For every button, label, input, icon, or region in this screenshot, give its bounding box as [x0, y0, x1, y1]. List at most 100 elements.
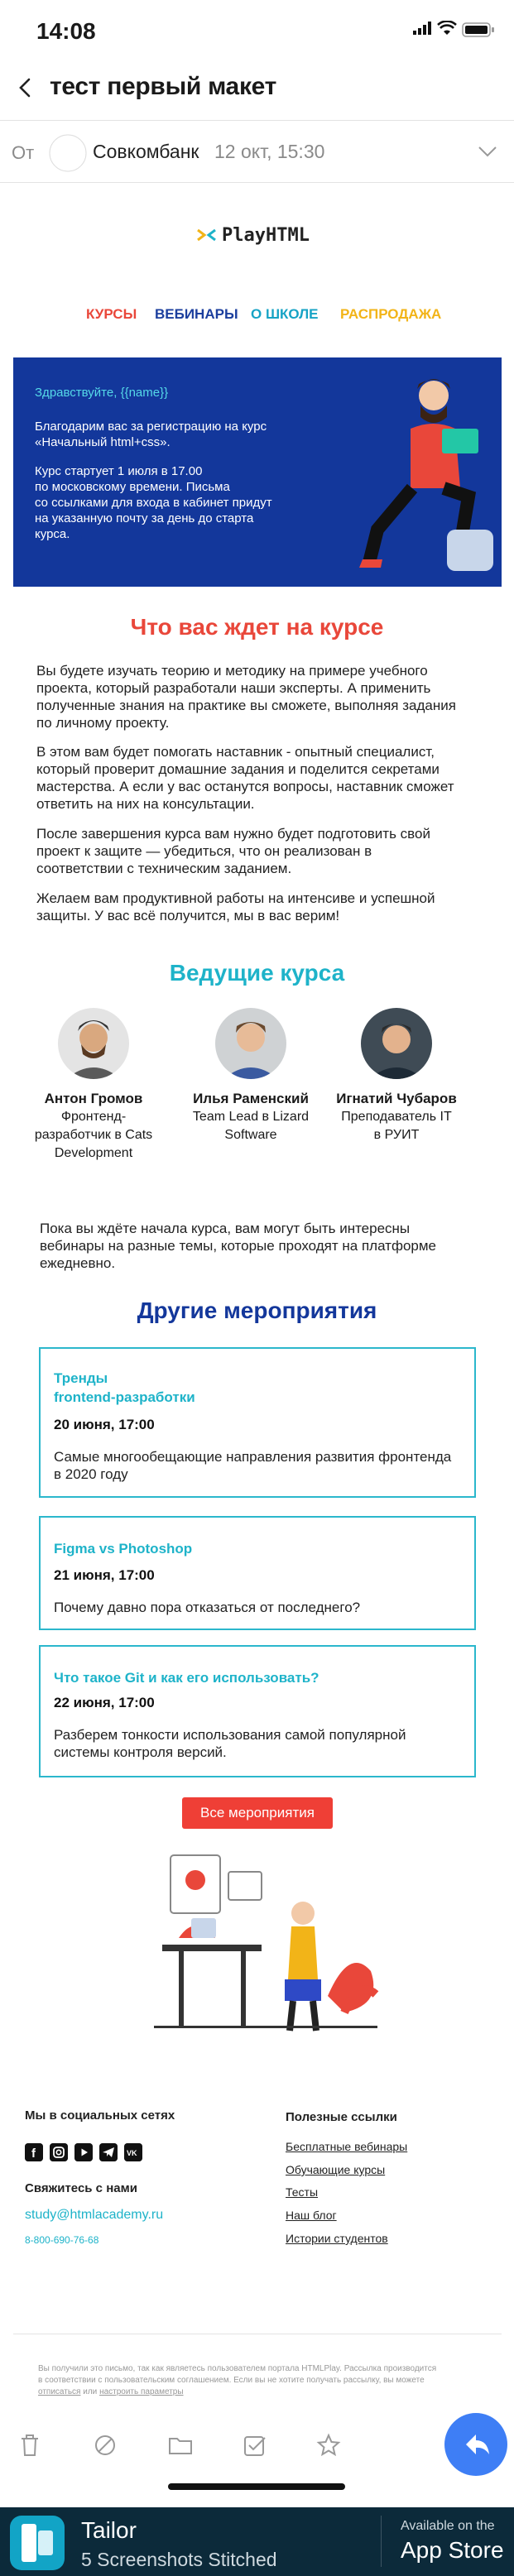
- greeting: Здравствуйте, {{name}}: [35, 386, 169, 400]
- back-chevron-icon[interactable]: [15, 73, 35, 103]
- mark-done-icon[interactable]: [242, 2433, 268, 2458]
- expand-chevron-icon[interactable]: [477, 144, 498, 159]
- course-text: полученные знания на практике вы сможете…: [36, 698, 456, 713]
- mail-toolbar: [0, 2400, 514, 2507]
- nav-about[interactable]: О ШКОЛЕ: [251, 306, 318, 323]
- banner-title: Tailor: [81, 2517, 137, 2543]
- link-stories[interactable]: Истории студентов: [286, 2232, 388, 2245]
- hero-text: на указанную почту за день до старта: [35, 511, 254, 525]
- events-intro: вебинары на разные темы, которые проходя…: [40, 1238, 436, 1254]
- course-text: Вы будете изучать теорию и методику на п…: [36, 663, 428, 679]
- brand-logo[interactable]: PlayHTML: [195, 223, 328, 248]
- event-desc: Разберем тонкости использования самой по…: [54, 1727, 406, 1743]
- mentor-name: Илья Раменский: [193, 1091, 309, 1106]
- hero-text: курса.: [35, 527, 70, 541]
- mentor-photo: [58, 1008, 129, 1079]
- mentor-photo: [361, 1008, 432, 1079]
- from-label: От: [12, 142, 35, 163]
- sovcombank-logo-icon: [49, 134, 87, 172]
- course-text: по личному проекту.: [36, 715, 170, 731]
- links-title: Полезные ссылки: [286, 2110, 397, 2124]
- event-title[interactable]: Figma vs Photoshop: [54, 1541, 192, 1557]
- status-time: 14:08: [36, 18, 96, 44]
- mentor-name: Антон Громов: [44, 1091, 143, 1106]
- mentor-role: разработчик в Cats: [34, 1128, 153, 1142]
- mentor-role: Software: [224, 1128, 277, 1142]
- folder-icon[interactable]: [167, 2433, 194, 2458]
- telegram-icon[interactable]: [99, 2143, 118, 2161]
- sender-row[interactable]: От Совкомбанк 12 окт, 15:30: [0, 124, 514, 182]
- contact-phone[interactable]: 8-800-690-76-68: [25, 2234, 98, 2246]
- event-date: 20 июня, 17:00: [54, 1417, 155, 1432]
- course-text: мастерства. А если у вас останутся вопро…: [36, 779, 454, 794]
- mail-header: тест первый макет: [0, 60, 514, 118]
- course-text: защиты. У вас всё получится, мы в вас ве…: [36, 908, 340, 923]
- course-text: соответствии с техническим заданием.: [36, 861, 292, 876]
- nav-sale[interactable]: РАСПРОДАЖА: [340, 306, 441, 323]
- mentor-role: в РУИТ: [373, 1128, 420, 1142]
- battery-icon: [462, 22, 494, 37]
- footer-illustration: [154, 1854, 379, 2032]
- spam-block-icon[interactable]: [93, 2433, 118, 2458]
- link-blog[interactable]: Наш блог: [286, 2209, 337, 2222]
- event-title[interactable]: Что такое Git и как его использовать?: [54, 1670, 319, 1686]
- wifi-icon: [437, 21, 457, 35]
- legal-line: Вы получили это письмо, так как являетес…: [38, 2364, 437, 2373]
- event-desc: Самые многообещающие направления развити…: [54, 1449, 452, 1465]
- mentor-card: Игнатий Чубаров Преподаватель IT в РУИТ: [326, 1008, 467, 1145]
- event-card[interactable]: Что такое Git и как его использовать? 22…: [39, 1645, 476, 1777]
- course-text: который проверит домашние задания и поде…: [36, 761, 440, 777]
- status-bar: 14:08: [0, 0, 514, 60]
- divider: [0, 120, 514, 121]
- home-indicator: [168, 2483, 345, 2490]
- nav-webinars[interactable]: ВЕБИНАРЫ: [155, 306, 238, 323]
- app-banner[interactable]: Tailor 5 Screenshots Stitched Available …: [0, 2507, 514, 2576]
- link-courses[interactable]: Обучающие курсы: [286, 2163, 385, 2176]
- event-card[interactable]: Figma vs Photoshop 21 июня, 17:00 Почему…: [39, 1516, 476, 1630]
- unsubscribe-link[interactable]: отписаться: [38, 2387, 80, 2396]
- hero-illustration: [359, 379, 493, 571]
- course-text: проект к защите — убедиться, что он реал…: [36, 843, 372, 859]
- youtube-icon[interactable]: [74, 2143, 93, 2161]
- trash-icon[interactable]: [18, 2433, 41, 2458]
- divider: [0, 182, 514, 183]
- svg-text:VK: VK: [127, 2149, 137, 2157]
- vk-icon[interactable]: VK: [124, 2143, 142, 2161]
- event-title[interactable]: frontend-разработки: [54, 1389, 195, 1406]
- legal-line: отписаться или настроить параметры: [38, 2387, 468, 2398]
- event-desc: системы контроля версий.: [54, 1744, 227, 1760]
- link-tests[interactable]: Тесты: [286, 2185, 318, 2199]
- instagram-icon[interactable]: [50, 2143, 68, 2161]
- mentor-card: Антон Громов Фронтенд- разработчик в Cat…: [23, 1008, 164, 1162]
- mentor-role: Преподаватель IT: [341, 1110, 452, 1124]
- section-title-events: Другие мероприятия: [137, 1298, 377, 1323]
- mentor-role: Фронтенд-: [60, 1110, 127, 1124]
- hero-text: «Начальный html+css».: [35, 435, 171, 449]
- sender-name: Совкомбанк: [93, 141, 199, 162]
- banner-subtitle: 5 Screenshots Stitched: [81, 2549, 277, 2570]
- hero-text: Курс стартует 1 июля в 17.00: [35, 464, 203, 478]
- event-card[interactable]: Тренды frontend-разработки 20 июня, 17:0…: [39, 1347, 476, 1498]
- hero-text: Благодарим вас за регистрацию на курс: [35, 420, 267, 434]
- legal-text: Вы получили это письмо, так как являетес…: [38, 2363, 468, 2398]
- reply-button[interactable]: [444, 2413, 507, 2476]
- mentor-photo: [215, 1008, 286, 1079]
- nav-courses[interactable]: КУРСЫ: [86, 306, 137, 323]
- event-date: 21 июня, 17:00: [54, 1567, 155, 1583]
- app-store-text[interactable]: App Store: [401, 2537, 504, 2564]
- hero-block: Здравствуйте, {{name}} Благодарим вас за…: [13, 357, 502, 587]
- course-text: проекта, который разработали наши экспер…: [36, 680, 431, 696]
- link-free-webinars[interactable]: Бесплатные вебинары: [286, 2140, 407, 2153]
- available-text: Available on the: [401, 2519, 495, 2533]
- reply-icon: [466, 2434, 489, 2454]
- events-intro: Пока вы ждёте начала курса, вам могут бы…: [40, 1221, 411, 1236]
- facebook-icon[interactable]: f: [25, 2143, 43, 2161]
- section-title-course: Что вас ждет на курсе: [130, 614, 384, 640]
- star-icon[interactable]: [316, 2433, 341, 2458]
- contact-email[interactable]: study@htmlacademy.ru: [25, 2208, 163, 2223]
- settings-link[interactable]: настроить параметры: [99, 2387, 183, 2396]
- event-date: 22 июня, 17:00: [54, 1695, 155, 1710]
- event-title[interactable]: Тренды: [54, 1370, 108, 1387]
- legal-line: в соответствии с пользовательским соглаш…: [38, 2376, 425, 2385]
- all-events-button[interactable]: Все мероприятия: [182, 1797, 333, 1829]
